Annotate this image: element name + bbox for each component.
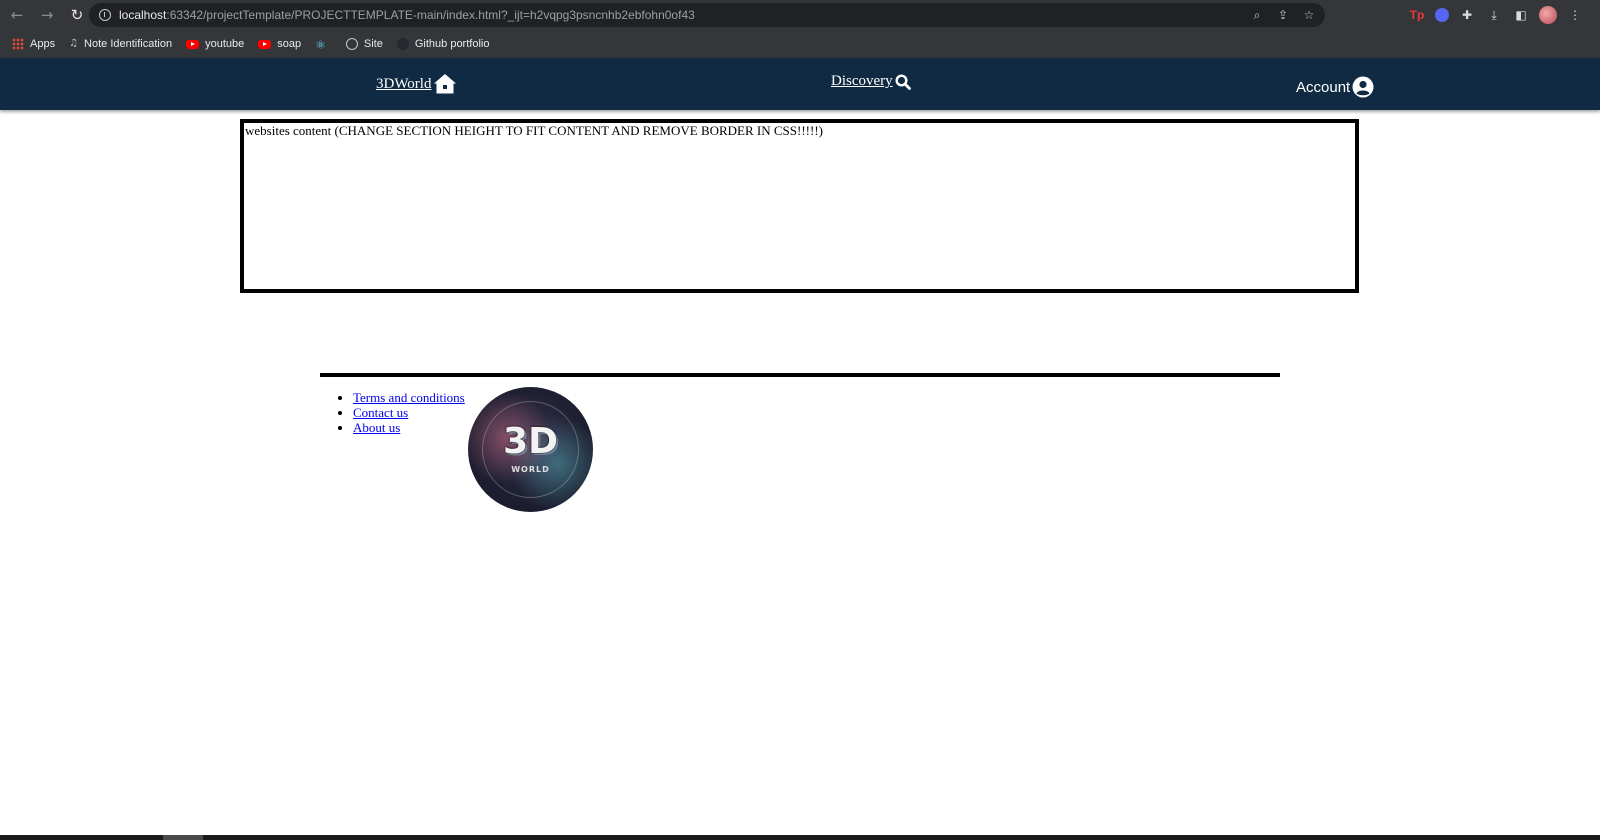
share-icon[interactable]: ⇪ [1275, 8, 1291, 22]
nav-discovery[interactable]: Discovery [831, 73, 911, 90]
zoom-icon[interactable]: ⌕ [1249, 8, 1265, 23]
content-text: websites content (CHANGE SECTION HEIGHT … [245, 123, 823, 138]
about-link[interactable]: About us [353, 420, 400, 435]
footer-divider [320, 373, 1280, 377]
content-section: websites content (CHANGE SECTION HEIGHT … [240, 119, 1359, 293]
search-icon [895, 73, 911, 90]
back-icon[interactable]: ← [4, 2, 30, 28]
user-circle-icon [1352, 76, 1374, 98]
address-bar[interactable]: localhost:63342/projectTemplate/PROJECTT… [89, 3, 1325, 27]
nav-home[interactable]: 3DWorld [376, 73, 457, 95]
browser-toolbar: ← → ↻ localhost:63342/projectTemplate/PR… [0, 0, 1600, 30]
site-info-icon[interactable] [99, 9, 111, 21]
bookmark-label: Note Identification [84, 38, 173, 50]
bookmarks-bar: Apps ♫ Note Identification youtube soap … [0, 30, 1600, 58]
apps-icon [12, 38, 24, 50]
logo-subtext: WORLD [511, 465, 550, 474]
note-icon: ♫ [69, 38, 79, 49]
list-item: Terms and conditions [353, 390, 465, 405]
discovery-link[interactable]: Discovery [831, 73, 893, 90]
bookmark-star-icon[interactable]: ☆ [1301, 8, 1317, 22]
youtube-icon [186, 39, 200, 49]
bookmark-react[interactable]: ⚛ [315, 38, 332, 52]
contact-link[interactable]: Contact us [353, 405, 408, 420]
home-link[interactable]: 3DWorld [376, 76, 431, 93]
discord-extension-icon[interactable] [1435, 8, 1449, 22]
footer-links: Terms and conditions Contact us About us [353, 390, 465, 435]
bookmark-label: Github portfolio [414, 38, 490, 50]
logo-text: 3D [503, 421, 558, 462]
profile-avatar[interactable] [1539, 6, 1557, 24]
bookmark-soap[interactable]: soap [258, 38, 301, 50]
list-item: About us [353, 420, 465, 435]
extensions-puzzle-icon[interactable]: ✚ [1458, 8, 1476, 22]
terms-link[interactable]: Terms and conditions [353, 390, 465, 405]
taskbar-edge [0, 835, 1600, 840]
side-panel-icon[interactable]: ◧ [1512, 8, 1530, 22]
url-path: :63342/projectTemplate/PROJECTTEMPLATE-m… [166, 8, 695, 22]
forward-icon[interactable]: → [34, 2, 60, 28]
url-host: localhost [119, 8, 167, 22]
bookmark-apps[interactable]: Apps [12, 38, 55, 50]
react-icon: ⚛ [315, 38, 326, 52]
bookmark-label: youtube [205, 38, 245, 50]
globe-icon [345, 38, 358, 50]
bookmark-label: Site [363, 38, 383, 50]
github-icon [396, 38, 409, 50]
list-item: Contact us [353, 405, 465, 420]
bookmark-youtube[interactable]: youtube [186, 38, 244, 50]
nav-account[interactable]: Account [1296, 76, 1374, 98]
youtube-icon [258, 39, 272, 49]
site-navbar: 3DWorld Discovery Account [0, 58, 1600, 110]
reload-icon[interactable]: ↻ [64, 2, 90, 28]
3dworld-logo: 3D WORLD [468, 387, 593, 512]
bookmark-github-portfolio[interactable]: Github portfolio [396, 38, 490, 50]
bookmark-label: Apps [30, 38, 56, 50]
account-label[interactable]: Account [1296, 79, 1350, 96]
home-icon [434, 74, 457, 94]
bookmark-label: soap [277, 38, 302, 50]
bookmark-note-identification[interactable]: ♫ Note Identification [69, 38, 172, 50]
bookmark-site[interactable]: Site [345, 38, 383, 50]
menu-kebab-icon[interactable]: ⋮ [1566, 8, 1584, 22]
download-icon[interactable]: ⤓ [1485, 8, 1503, 23]
tp-extension-icon[interactable]: Tp [1408, 8, 1426, 22]
